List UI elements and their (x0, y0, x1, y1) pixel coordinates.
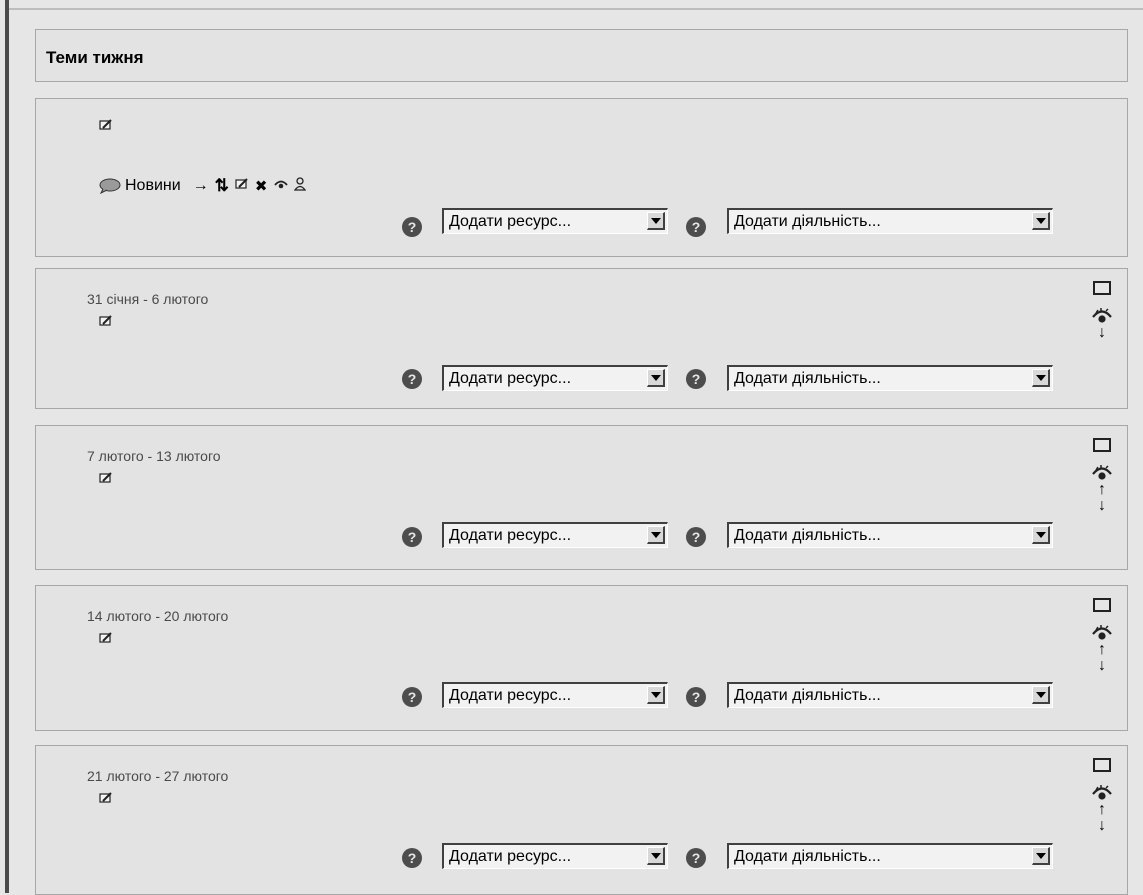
move-down-icon[interactable]: ↓ (1091, 325, 1113, 341)
move-down-icon[interactable]: ↓ (1091, 818, 1113, 834)
move-down-icon[interactable]: ↓ (1091, 658, 1113, 674)
dropdown-arrow-icon[interactable] (1032, 212, 1050, 230)
dropdown-arrow-icon[interactable] (1032, 369, 1050, 387)
edit-summary-icon[interactable] (99, 792, 113, 804)
group-mode-icon[interactable] (293, 176, 306, 196)
edit-summary-icon[interactable] (99, 472, 113, 484)
move-up-icon[interactable]: ↑ (1091, 482, 1113, 498)
help-icon[interactable]: ? (402, 217, 422, 237)
top-divider (9, 8, 1143, 10)
add-activity-select[interactable]: Додати діяльність... (727, 843, 1053, 869)
week-title: 7 лютого - 13 лютого (87, 448, 221, 464)
news-forum-link[interactable]: Новини (125, 177, 181, 195)
week-controls: ↑ ↓ (1091, 598, 1113, 674)
dropdown-arrow-icon[interactable] (1032, 526, 1050, 544)
hide-eye-icon[interactable] (273, 177, 288, 195)
move-down-icon[interactable]: ↓ (1091, 498, 1113, 514)
move-up-icon[interactable]: ↑ (1091, 642, 1113, 658)
hide-week-eye-icon[interactable] (1092, 464, 1112, 482)
show-only-week-icon[interactable] (1093, 758, 1111, 772)
help-icon[interactable]: ? (402, 848, 422, 868)
show-only-week-icon[interactable] (1093, 438, 1111, 452)
section-0: Новини → ⇅ ✖ ? Додати ресурс... ? Додати… (35, 98, 1128, 257)
page-title: Теми тижня (46, 48, 144, 67)
dropdown-arrow-icon[interactable] (647, 847, 665, 865)
news-forum-row: Новини → ⇅ ✖ (99, 174, 312, 198)
week-title: 21 лютого - 27 лютого (87, 768, 229, 784)
add-resource-select[interactable]: Додати ресурс... (442, 208, 668, 234)
week-controls: ↑ ↓ (1091, 758, 1113, 834)
forum-icon (99, 178, 121, 194)
add-activity-select[interactable]: Додати діяльність... (727, 365, 1053, 391)
help-icon[interactable]: ? (402, 527, 422, 547)
delete-icon[interactable]: ✖ (255, 177, 268, 195)
edit-icon[interactable] (235, 177, 249, 195)
add-resource-select[interactable]: Додати ресурс... (442, 365, 668, 391)
page-left-border (0, 0, 9, 893)
hide-week-eye-icon[interactable] (1092, 307, 1112, 325)
week-section-4: 21 лютого - 27 лютого ? Додати ресурс...… (35, 745, 1128, 895)
week-title: 14 лютого - 20 лютого (87, 608, 229, 624)
section-header: Теми тижня (35, 29, 1128, 82)
add-activity-select[interactable]: Додати діяльність... (727, 208, 1053, 234)
help-icon[interactable]: ? (686, 369, 706, 389)
help-icon[interactable]: ? (402, 369, 422, 389)
add-resource-select[interactable]: Додати ресурс... (442, 843, 668, 869)
dropdown-arrow-icon[interactable] (647, 686, 665, 704)
week-section-3: 14 лютого - 20 лютого ? Додати ресурс...… (35, 585, 1128, 731)
hide-week-eye-icon[interactable] (1092, 784, 1112, 802)
dropdown-arrow-icon[interactable] (1032, 847, 1050, 865)
hide-week-eye-icon[interactable] (1092, 624, 1112, 642)
dropdown-arrow-icon[interactable] (647, 212, 665, 230)
help-icon[interactable]: ? (686, 687, 706, 707)
indent-right-icon[interactable]: → (193, 177, 209, 195)
week-title: 31 січня - 6 лютого (87, 291, 209, 307)
add-resource-select[interactable]: Додати ресурс... (442, 522, 668, 548)
help-icon[interactable]: ? (402, 687, 422, 707)
dropdown-arrow-icon[interactable] (647, 526, 665, 544)
move-up-icon[interactable]: ↑ (1091, 802, 1113, 818)
help-icon[interactable]: ? (686, 848, 706, 868)
dropdown-arrow-icon[interactable] (647, 369, 665, 387)
edit-summary-icon[interactable] (99, 315, 113, 327)
show-only-week-icon[interactable] (1093, 281, 1111, 295)
week-section-2: 7 лютого - 13 лютого ? Додати ресурс... … (35, 425, 1128, 570)
week-controls: ↓ (1091, 281, 1113, 341)
add-resource-select[interactable]: Додати ресурс... (442, 682, 668, 708)
dropdown-arrow-icon[interactable] (1032, 686, 1050, 704)
edit-summary-icon[interactable] (99, 632, 113, 644)
edit-summary-icon[interactable] (99, 119, 113, 131)
add-activity-select[interactable]: Додати діяльність... (727, 682, 1053, 708)
week-controls: ↑ ↓ (1091, 438, 1113, 514)
add-activity-select[interactable]: Додати діяльність... (727, 522, 1053, 548)
week-section-1: 31 січня - 6 лютого ? Додати ресурс... ?… (35, 268, 1128, 409)
help-icon[interactable]: ? (686, 527, 706, 547)
move-icon[interactable]: ⇅ (215, 176, 229, 196)
help-icon[interactable]: ? (686, 217, 706, 237)
show-only-week-icon[interactable] (1093, 598, 1111, 612)
